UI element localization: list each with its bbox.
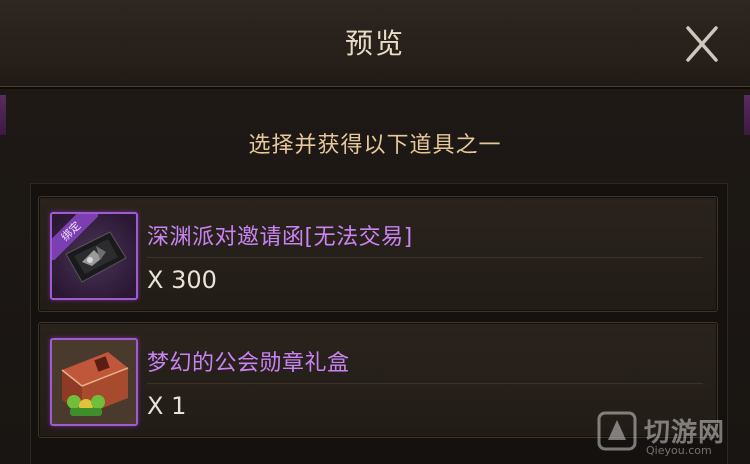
item-name: 梦幻的公会勋章礼盒 (147, 351, 350, 376)
dialog-header: 预览 (0, 0, 750, 87)
item-icon-frame (50, 338, 138, 426)
item-name: 深渊派对邀请函[无法交易] (147, 225, 413, 250)
watermark-url: Qieyou.com (646, 444, 712, 457)
item-divider (147, 257, 703, 258)
site-watermark: 切游网 Qieyou.com (596, 408, 750, 463)
close-icon (686, 26, 718, 62)
bound-badge: 绑定 (52, 214, 98, 260)
item-divider (147, 383, 703, 384)
guild-medal-gift-box-icon (52, 340, 136, 424)
item-quantity: X 1 (147, 392, 187, 420)
dialog-title: 预览 (344, 27, 405, 60)
watermark-logo-icon (597, 411, 637, 451)
preview-dialog: 预览 选择并获得以下道具之一 绑定 深渊派对邀请函[无法交易] X 300 梦幻… (0, 0, 750, 464)
dialog-subtitle: 选择并获得以下道具之一 (248, 133, 502, 158)
item-quantity: X 300 (147, 266, 217, 294)
item-icon-frame: 绑定 (50, 212, 138, 300)
close-button[interactable] (676, 20, 728, 68)
item-card-invitation[interactable]: 绑定 深渊派对邀请函[无法交易] X 300 (38, 196, 718, 312)
